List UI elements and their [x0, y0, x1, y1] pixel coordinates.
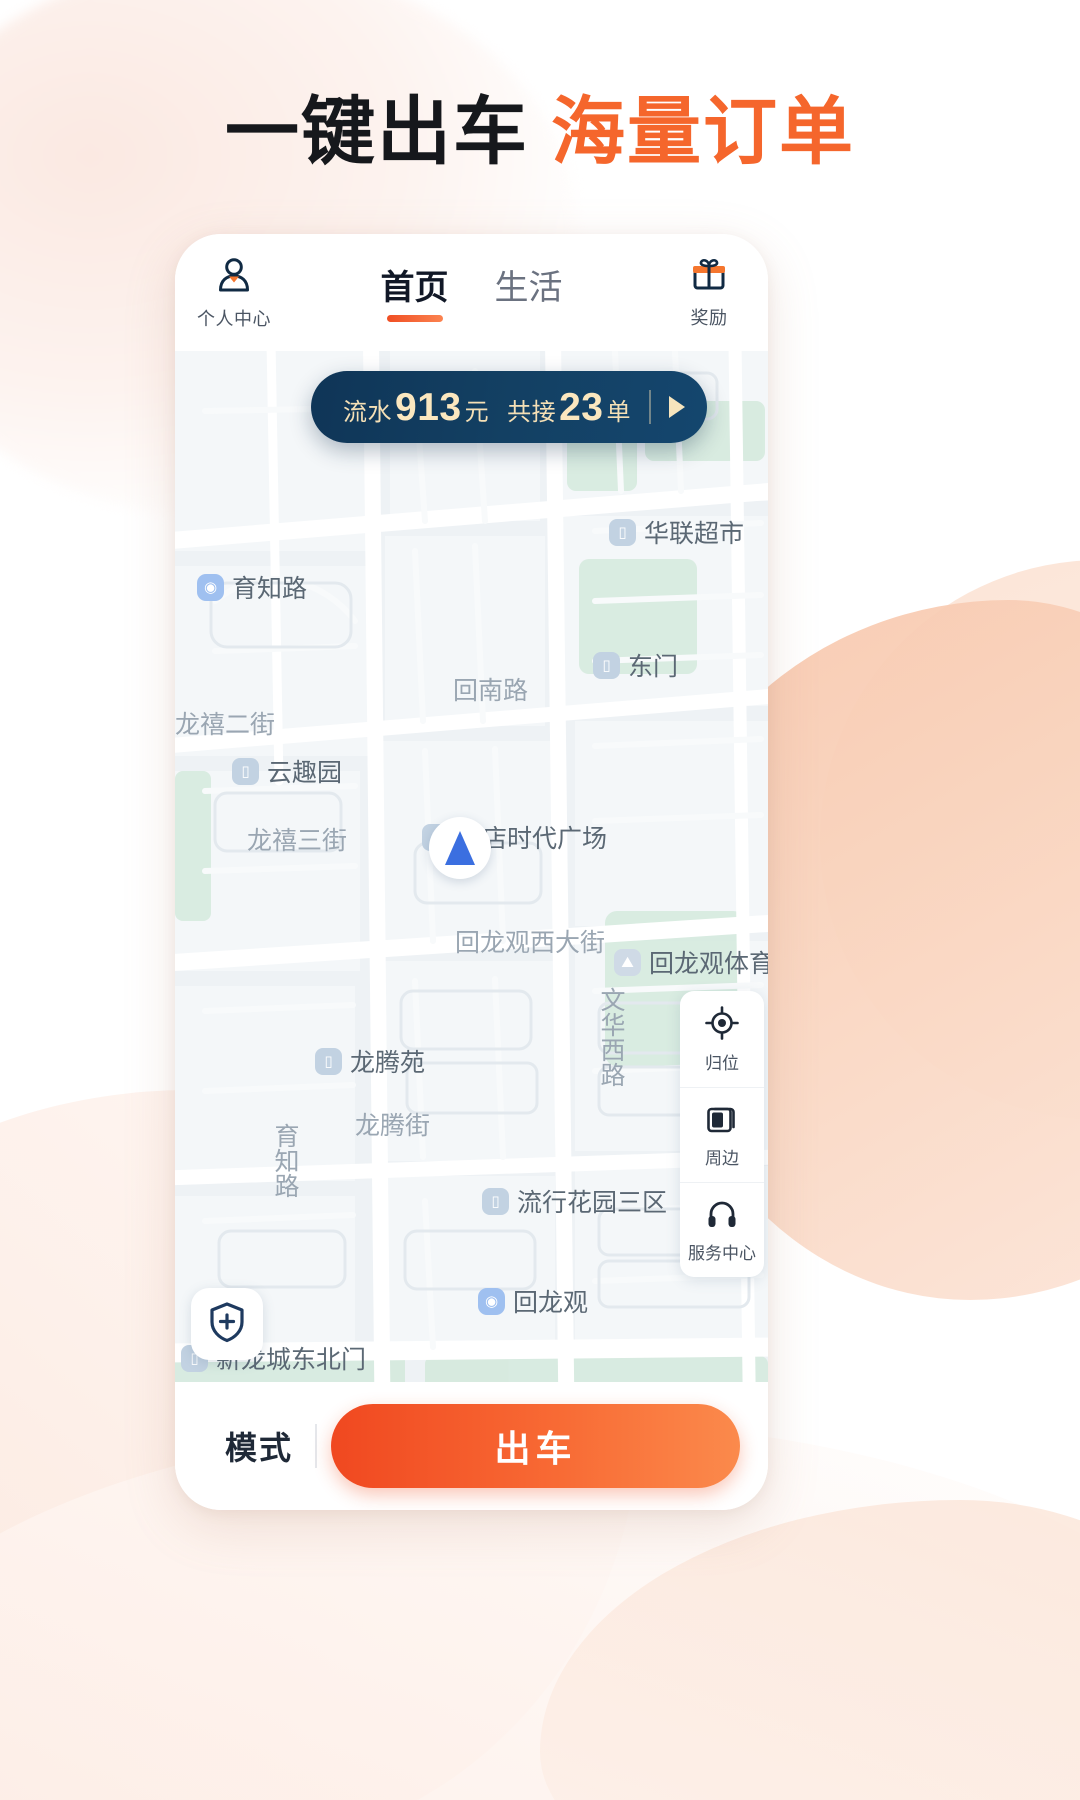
tab-life[interactable]: 生活: [495, 260, 563, 322]
play-arrow-icon[interactable]: [668, 396, 685, 418]
map-control-stack: 归位 周边 服务中心: [680, 991, 764, 1277]
layers-icon: [706, 1103, 738, 1140]
map-label: ◉ 育知路: [197, 569, 307, 605]
poi-pin-icon: ▯: [609, 518, 636, 546]
map-label-text: 龙腾苑: [350, 1049, 426, 1077]
tab-life-label: 生活: [494, 268, 563, 307]
map-label-text: 育知路: [232, 575, 308, 603]
control-nearby[interactable]: 周边: [680, 1087, 764, 1182]
profile-entry[interactable]: 个人中心: [175, 255, 293, 331]
map-label-text: 龙腾街: [355, 1112, 431, 1140]
map-label-text: 文华西路: [597, 987, 625, 1087]
bottom-divider: [315, 1424, 317, 1468]
map-label-text: 云趣园: [267, 759, 343, 787]
map-label-text: 回南路: [453, 677, 529, 705]
bottom-action-bar: 模式 出车: [175, 1382, 768, 1510]
poi-pin-icon: ▯: [593, 651, 620, 679]
map-label: 育知路: [267, 1123, 303, 1198]
park-pin-icon: ⛰: [614, 948, 641, 976]
poi-pin-icon: ▯: [232, 757, 259, 785]
headline-accent: 海量订单: [551, 90, 855, 173]
navigation-arrow-icon: [429, 817, 491, 879]
orders-segment: 共接 23 单: [507, 388, 631, 427]
map-label: ▯ 流行花园三区: [482, 1183, 667, 1219]
map-label-text: 回龙观: [513, 1289, 589, 1317]
tab-bar: 首页 生活: [293, 260, 650, 326]
map-label: 龙禧三街: [247, 821, 347, 857]
control-nearby-label: 周边: [705, 1149, 739, 1168]
orders-prefix: 共接: [507, 398, 557, 426]
tab-home[interactable]: 首页: [381, 260, 449, 322]
headset-icon: [706, 1198, 738, 1235]
rewards-entry[interactable]: 奖励: [650, 256, 768, 330]
revenue-value: 913: [395, 385, 462, 429]
shield-plus-icon: [206, 1301, 248, 1348]
page-headline: 一键出车 海量订单: [0, 72, 1080, 179]
map-label-text: 龙禧二街: [175, 711, 276, 739]
map-label-text: 华联超市: [644, 520, 745, 548]
metro-pin-icon: ◉: [197, 573, 224, 601]
revenue-unit: 元: [464, 398, 490, 426]
headline-primary: 一键出车: [225, 90, 529, 173]
map-label: 文华西路: [593, 987, 629, 1087]
metro-pin-icon: ◉: [478, 1287, 505, 1315]
map-label: 回龙观西大街: [455, 923, 605, 959]
rewards-label: 奖励: [690, 307, 728, 328]
banner-divider: [648, 390, 651, 424]
gift-icon: [690, 256, 728, 299]
map-label: ⛰ 回龙观体育公: [614, 944, 768, 980]
map-label-text: 回龙观体育公: [649, 950, 768, 978]
tab-home-label: 首页: [380, 268, 449, 307]
app-header: 个人中心 首页 生活 奖励: [175, 234, 768, 351]
control-service[interactable]: 服务中心: [680, 1182, 764, 1277]
map-label: 龙腾街: [355, 1106, 430, 1142]
map-view[interactable]: 流水 913 元 共接 23 单 ◉ 育知路 ▯ 华联超市 ▯ 东门回南路龙禧二街 ▯ 云趣园…: [175, 351, 768, 1382]
person-icon: [214, 255, 254, 300]
poi-pin-icon: ▯: [482, 1187, 509, 1215]
revenue-banner[interactable]: 流水 913 元 共接 23 单: [311, 371, 707, 443]
map-label-text: 育知路: [271, 1123, 299, 1198]
map-label: ▯ 东门: [593, 647, 678, 683]
tab-active-indicator: [386, 314, 443, 322]
go-online-button[interactable]: 出车: [331, 1404, 740, 1488]
map-label-text: 流行花园三区: [517, 1189, 668, 1217]
revenue-segment: 流水 913 元: [343, 388, 489, 427]
map-label-text: 龙禧三街: [247, 827, 348, 855]
map-label: ▯ 华联超市: [609, 514, 744, 550]
control-service-label: 服务中心: [688, 1244, 756, 1263]
orders-unit: 单: [606, 398, 631, 426]
orders-value: 23: [559, 385, 604, 429]
map-label: 回南路: [453, 671, 528, 707]
profile-label: 个人中心: [197, 308, 271, 329]
map-label-text: 回龙观西大街: [455, 929, 606, 957]
locate-icon: [705, 1006, 739, 1045]
map-label: 龙禧二街: [175, 705, 275, 741]
map-label: ▯ 云趣园: [232, 753, 342, 789]
revenue-prefix: 流水: [343, 398, 392, 426]
map-label: ◉ 回龙观: [478, 1283, 588, 1319]
control-locate[interactable]: 归位: [680, 991, 764, 1087]
safety-button[interactable]: [191, 1288, 263, 1360]
control-locate-label: 归位: [705, 1054, 739, 1073]
map-label: ▯ 龙腾苑: [315, 1043, 425, 1079]
mode-selector[interactable]: 模式: [203, 1423, 315, 1469]
phone-mockup: 个人中心 首页 生活 奖励 流水 913 元 共接 23 单 ◉ 育知路 ▯ 华…: [175, 234, 768, 1510]
map-label-text: 东门: [628, 653, 679, 681]
poi-pin-icon: ▯: [315, 1047, 342, 1075]
nav-arrow-shape: [445, 831, 475, 865]
